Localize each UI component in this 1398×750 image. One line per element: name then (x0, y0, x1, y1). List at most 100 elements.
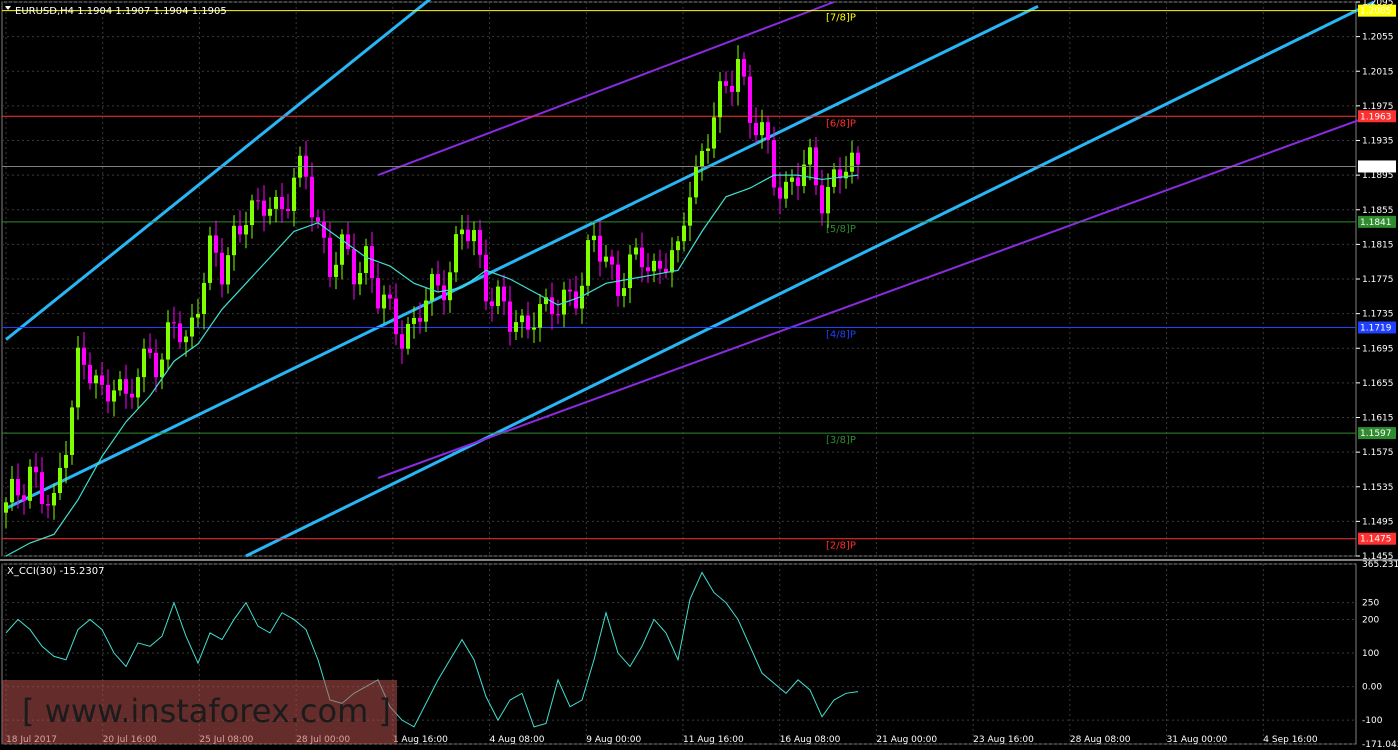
y-tick-label: 1.1535 (1362, 483, 1394, 493)
candle-body (454, 234, 458, 273)
candle-body (196, 314, 200, 318)
candle-body (118, 379, 122, 391)
channel-line-purple (377, 1, 835, 177)
candle-body (574, 291, 578, 309)
candle-body (628, 254, 632, 289)
candle-body (364, 246, 368, 273)
cci-tick-label: -171.0436 (1362, 740, 1398, 750)
candle-body (442, 285, 446, 301)
candle-body (10, 478, 14, 503)
candle-body (634, 247, 638, 255)
candle-body (76, 347, 80, 408)
candle-body (646, 267, 650, 272)
x-tick-label: 4 Sep 16:00 (1263, 735, 1318, 745)
candle-body (466, 229, 470, 242)
candle-body (388, 294, 392, 299)
candle-body (148, 348, 152, 353)
candle-body (778, 187, 782, 199)
candle-body (274, 196, 278, 209)
candle-body (796, 177, 800, 186)
candle-body (520, 315, 524, 323)
candle-body (142, 348, 146, 378)
candle-body (712, 117, 716, 149)
y-tick-label: 1.1575 (1362, 448, 1394, 458)
y-tick-label: 1.1695 (1362, 344, 1394, 354)
candle-body (328, 237, 332, 277)
candle-body (616, 264, 620, 296)
candle-body (748, 76, 752, 123)
candle-body (238, 225, 242, 235)
candle-body (412, 317, 416, 324)
candle-body (652, 260, 656, 272)
cci-tick-label: 200 (1362, 615, 1379, 625)
murrey-price-text: 1.1841 (1360, 218, 1392, 228)
y-tick-label: 1.2055 (1362, 33, 1394, 43)
moving-average (5, 174, 859, 557)
candle-body (112, 390, 116, 402)
candle-body (202, 282, 206, 315)
x-tick-label: 9 Aug 00:00 (586, 735, 641, 745)
candle-body (670, 250, 674, 273)
candle-body (178, 323, 182, 343)
candle-body (538, 304, 542, 328)
candle-body (166, 322, 170, 360)
candle-body (736, 59, 740, 92)
trading-chart[interactable]: [7/8]P 1.2085 [6/8]P 1.1963 [5/8]P 1.1841 [4/8… (0, 0, 1398, 750)
x-tick-label: 31 Aug 00:00 (1167, 735, 1228, 745)
candle-body (256, 200, 260, 202)
murrey-label: [2/8]P (826, 541, 856, 552)
candle-body (16, 478, 20, 496)
candle-body (532, 327, 536, 330)
candle-body (610, 256, 614, 265)
x-tick-label: 16 Aug 08:00 (780, 735, 841, 745)
candle-body (766, 122, 770, 141)
candle-body (226, 255, 230, 285)
channel-line-blue (5, 0, 432, 341)
y-tick-label: 1.1895 (1362, 171, 1394, 181)
candle-body (550, 297, 554, 315)
candle-body (370, 246, 374, 279)
candle-body (460, 229, 464, 235)
candle-body (508, 301, 512, 332)
candle-body (40, 472, 44, 505)
candle-body (160, 359, 164, 378)
candle-body (526, 315, 530, 330)
candle-body (436, 274, 440, 286)
candle-body (700, 150, 704, 167)
candle-body (514, 322, 518, 332)
candle-body (718, 81, 722, 118)
candle-body (430, 274, 434, 301)
candle-body (598, 235, 602, 262)
x-tick-label: 21 Aug 00:00 (876, 735, 937, 745)
candle-body (292, 177, 296, 211)
candle-body (640, 247, 644, 268)
candle-body (34, 466, 38, 473)
candle-body (826, 186, 830, 214)
candle-body (70, 407, 74, 455)
candle-body (808, 147, 812, 165)
candle-body (820, 185, 824, 214)
cci-tick-label: 100 (1362, 649, 1379, 659)
murrey-price-text: 1.1963 (1360, 112, 1392, 122)
x-tick-label: 11 Aug 16:00 (683, 735, 744, 745)
candle-body (316, 217, 320, 222)
candle-body (232, 225, 236, 256)
candle-body (124, 379, 128, 394)
candle-body (586, 240, 590, 286)
candle-body (322, 221, 326, 238)
candle-body (52, 493, 56, 506)
candle-body (88, 364, 92, 384)
candle-body (790, 177, 794, 182)
candle-body (706, 148, 710, 151)
candle-body (724, 81, 728, 86)
candle-body (22, 495, 26, 501)
candle-body (64, 454, 68, 468)
candle-body (772, 140, 776, 188)
y-tick-label: 1.1775 (1362, 275, 1394, 285)
candle-body (856, 152, 860, 165)
y-tick-label: 1.1735 (1362, 310, 1394, 320)
candle-body (448, 272, 452, 301)
candle-body (352, 249, 356, 285)
candle-body (742, 59, 746, 77)
murrey-label: [6/8]P (826, 118, 856, 129)
